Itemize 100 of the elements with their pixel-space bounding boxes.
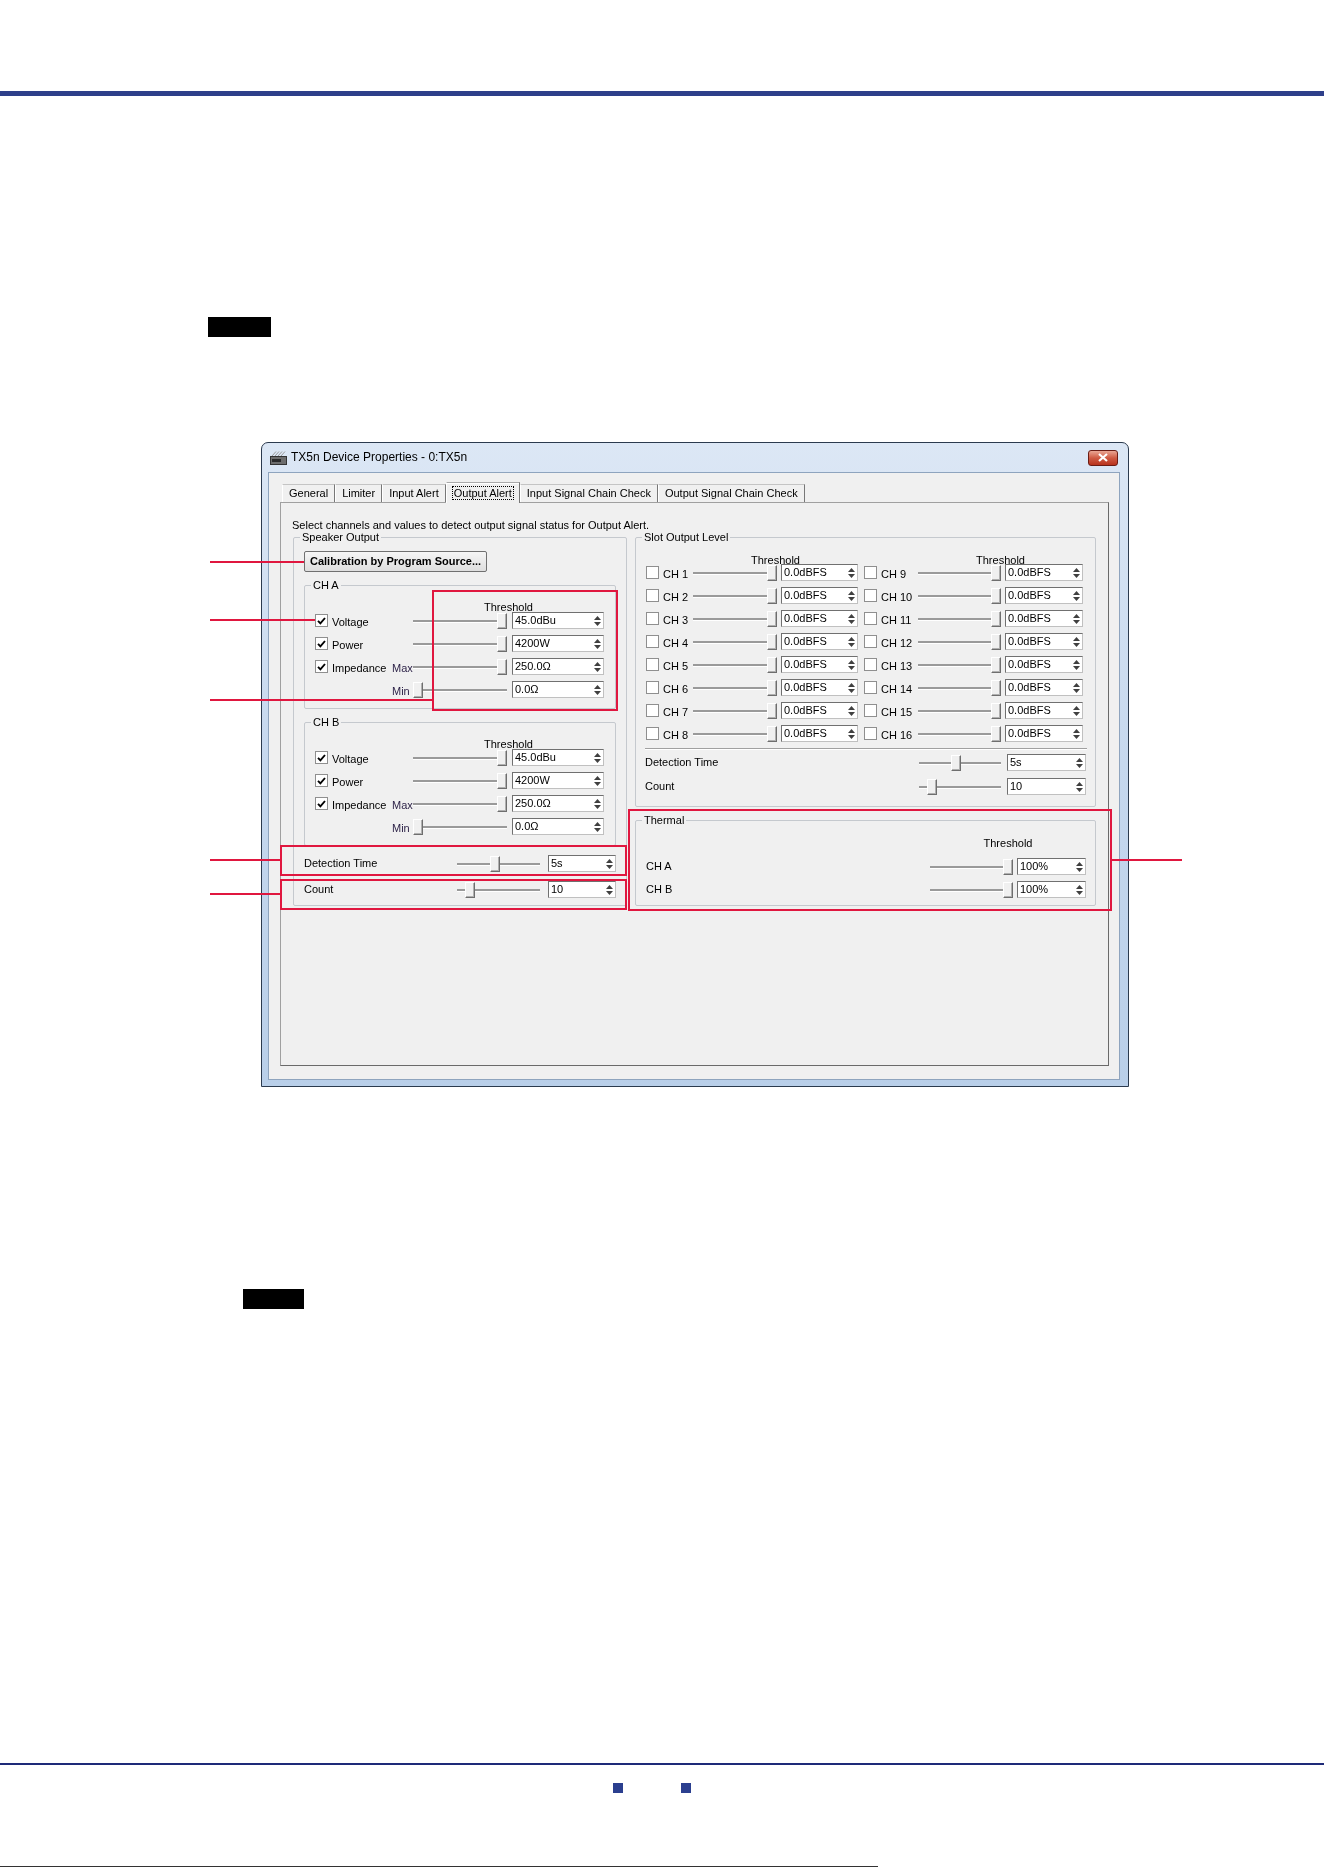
tab[interactable]: Input Signal Chain Check [519, 484, 658, 502]
checkbox[interactable] [864, 727, 877, 740]
spin-field[interactable]: 0.0dBFS [781, 679, 858, 696]
slider-thumb[interactable] [497, 612, 507, 629]
checkbox[interactable] [864, 612, 877, 625]
up-arrow-icon[interactable] [594, 661, 601, 666]
up-arrow-icon[interactable] [848, 613, 855, 618]
up-arrow-icon[interactable] [848, 682, 855, 687]
down-arrow-icon[interactable] [848, 596, 855, 601]
down-arrow-icon[interactable] [594, 781, 601, 786]
slider-track[interactable] [918, 725, 1001, 742]
checkbox[interactable] [864, 658, 877, 671]
up-arrow-icon[interactable] [1073, 728, 1080, 733]
spin-field[interactable]: 0.0dBFS [781, 610, 858, 627]
slider-track[interactable] [413, 749, 507, 766]
up-arrow-icon[interactable] [606, 858, 613, 863]
spin-field[interactable]: 250.0Ω [512, 658, 604, 675]
slider-thumb[interactable] [991, 587, 1001, 604]
slider-thumb[interactable] [465, 881, 475, 898]
slider-track[interactable] [918, 633, 1001, 650]
up-arrow-icon[interactable] [1073, 705, 1080, 710]
spin-field[interactable]: 0.0dBFS [1005, 587, 1083, 604]
slider-thumb[interactable] [1003, 858, 1013, 875]
spin-field[interactable]: 4200W [512, 772, 604, 789]
slider-track[interactable] [693, 725, 777, 742]
checkbox[interactable] [315, 774, 328, 787]
down-arrow-icon[interactable] [1076, 890, 1083, 895]
spin-field[interactable]: 0.0dBFS [1005, 610, 1083, 627]
slider-thumb[interactable] [991, 633, 1001, 650]
slider-track[interactable] [919, 754, 1001, 771]
checkbox[interactable] [864, 566, 877, 579]
down-arrow-icon[interactable] [1076, 867, 1083, 872]
down-arrow-icon[interactable] [594, 667, 601, 672]
slider-thumb[interactable] [991, 564, 1001, 581]
up-arrow-icon[interactable] [1076, 781, 1083, 786]
checkbox[interactable] [315, 751, 328, 764]
checkbox[interactable] [646, 727, 659, 740]
spin-field[interactable]: 0.0Ω [512, 818, 604, 835]
slider-thumb[interactable] [926, 778, 937, 795]
down-arrow-icon[interactable] [1073, 619, 1080, 624]
checkbox[interactable] [315, 797, 328, 810]
down-arrow-icon[interactable] [1073, 573, 1080, 578]
down-arrow-icon[interactable] [848, 711, 855, 716]
down-arrow-icon[interactable] [594, 644, 601, 649]
slider-thumb[interactable] [489, 855, 500, 872]
up-arrow-icon[interactable] [594, 752, 601, 757]
slider-thumb[interactable] [767, 564, 777, 581]
checkbox[interactable] [646, 681, 659, 694]
spin-field[interactable]: 10 [548, 881, 616, 898]
down-arrow-icon[interactable] [594, 804, 601, 809]
up-arrow-icon[interactable] [1076, 861, 1083, 866]
slider-thumb[interactable] [991, 702, 1001, 719]
up-arrow-icon[interactable] [848, 705, 855, 710]
down-arrow-icon[interactable] [848, 642, 855, 647]
checkbox[interactable] [646, 566, 659, 579]
slider-thumb[interactable] [991, 610, 1001, 627]
down-arrow-icon[interactable] [594, 690, 601, 695]
tab[interactable]: Limiter [335, 484, 383, 502]
down-arrow-icon[interactable] [1073, 596, 1080, 601]
spin-field[interactable]: 0.0dBFS [781, 633, 858, 650]
spin-field[interactable]: 0.0dBFS [781, 702, 858, 719]
slider-track[interactable] [413, 818, 507, 835]
checkbox[interactable] [864, 704, 877, 717]
up-arrow-icon[interactable] [1073, 567, 1080, 572]
slider-thumb[interactable] [767, 725, 777, 742]
checkbox[interactable] [315, 660, 328, 673]
checkbox[interactable] [864, 635, 877, 648]
checkbox[interactable] [864, 681, 877, 694]
slider-thumb[interactable] [991, 725, 1001, 742]
slider-thumb[interactable] [413, 818, 423, 835]
up-arrow-icon[interactable] [1076, 757, 1083, 762]
down-arrow-icon[interactable] [1073, 734, 1080, 739]
slider-thumb[interactable] [767, 656, 777, 673]
down-arrow-icon[interactable] [1076, 787, 1083, 792]
down-arrow-icon[interactable] [594, 758, 601, 763]
up-arrow-icon[interactable] [594, 798, 601, 803]
slider-thumb[interactable] [497, 795, 507, 812]
slider-track[interactable] [457, 881, 540, 898]
spin-field[interactable]: 0.0dBFS [1005, 564, 1083, 581]
spin-field[interactable]: 0.0dBFS [781, 656, 858, 673]
spin-field[interactable]: 4200W [512, 635, 604, 652]
down-arrow-icon[interactable] [1073, 665, 1080, 670]
slider-track[interactable] [918, 564, 1001, 581]
slider-track[interactable] [919, 778, 1001, 795]
slider-track[interactable] [413, 635, 507, 652]
slider-thumb[interactable] [767, 587, 777, 604]
slider-thumb[interactable] [413, 681, 423, 698]
spin-field[interactable]: 0.0dBFS [781, 725, 858, 742]
spin-field[interactable]: 5s [1007, 754, 1086, 771]
slider-track[interactable] [693, 564, 777, 581]
up-arrow-icon[interactable] [594, 615, 601, 620]
spin-field[interactable]: 45.0dBu [512, 749, 604, 766]
up-arrow-icon[interactable] [848, 636, 855, 641]
checkbox[interactable] [646, 704, 659, 717]
calibration-button[interactable]: Calibration by Program Source... [304, 551, 488, 572]
slider-track[interactable] [413, 658, 507, 675]
slider-thumb[interactable] [991, 656, 1001, 673]
close-button[interactable] [1088, 449, 1118, 466]
down-arrow-icon[interactable] [1073, 711, 1080, 716]
down-arrow-icon[interactable] [848, 665, 855, 670]
